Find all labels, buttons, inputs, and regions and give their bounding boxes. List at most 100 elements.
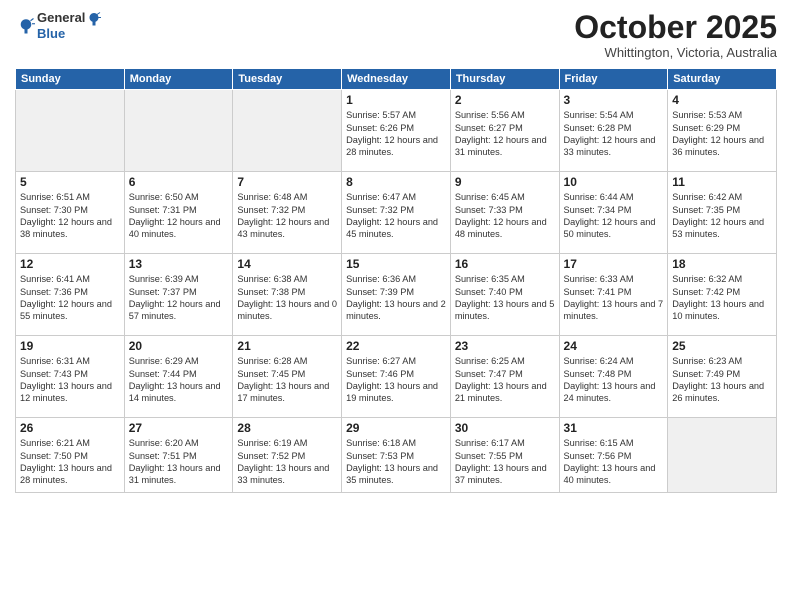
calendar-cell: 5Sunrise: 6:51 AM Sunset: 7:30 PM Daylig…: [16, 172, 125, 254]
calendar-table: SundayMondayTuesdayWednesdayThursdayFrid…: [15, 68, 777, 493]
logo-icon: [17, 17, 35, 35]
day-number: 30: [455, 421, 555, 435]
calendar-week-row: 5Sunrise: 6:51 AM Sunset: 7:30 PM Daylig…: [16, 172, 777, 254]
day-number: 9: [455, 175, 555, 189]
calendar-header-thursday: Thursday: [450, 69, 559, 90]
calendar-cell: 11Sunrise: 6:42 AM Sunset: 7:35 PM Dayli…: [668, 172, 777, 254]
day-info: Sunrise: 6:35 AM Sunset: 7:40 PM Dayligh…: [455, 273, 555, 323]
day-number: 8: [346, 175, 446, 189]
calendar-cell: 18 Sunrise: 6:32 AM Sunset: 7:42 PM Dayli…: [668, 254, 777, 336]
calendar-cell: [124, 90, 233, 172]
day-number: 13: [129, 257, 229, 271]
calendar-cell: 25 Sunrise: 6:23 AM Sunset: 7:49 PM Dayli…: [668, 336, 777, 418]
logo-text-general: General: [37, 10, 101, 26]
day-info: Sunrise: 6:19 AM Sunset: 7:52 PM Dayligh…: [237, 437, 337, 487]
calendar-header-tuesday: Tuesday: [233, 69, 342, 90]
calendar-cell: [16, 90, 125, 172]
calendar-cell: 28 Sunrise: 6:19 AM Sunset: 7:52 PM Dayli…: [233, 418, 342, 493]
day-info: Sunrise: 6:39 AM Sunset: 7:37 PM Dayligh…: [129, 273, 229, 323]
calendar-week-row: 26 Sunrise: 6:21 AM Sunset: 7:50 PM Dayli…: [16, 418, 777, 493]
day-number: 15: [346, 257, 446, 271]
day-number: 1: [346, 93, 446, 107]
calendar-week-row: 1Sunrise: 5:57 AM Sunset: 6:26 PM Daylig…: [16, 90, 777, 172]
day-info: Sunrise: 6:44 AM Sunset: 7:34 PM Dayligh…: [564, 191, 664, 241]
day-info: Sunrise: 6:29 AM Sunset: 7:44 PM Dayligh…: [129, 355, 229, 405]
calendar-cell: 7 Sunrise: 6:48 AM Sunset: 7:32 PM Daylig…: [233, 172, 342, 254]
day-info: Sunrise: 6:45 AM Sunset: 7:33 PM Dayligh…: [455, 191, 555, 241]
day-number: 27: [129, 421, 229, 435]
calendar-cell: 21 Sunrise: 6:28 AM Sunset: 7:45 PM Dayli…: [233, 336, 342, 418]
day-number: 10: [564, 175, 664, 189]
day-info: Sunrise: 5:56 AM Sunset: 6:27 PM Dayligh…: [455, 109, 555, 159]
day-number: 19: [20, 339, 120, 353]
month-title: October 2025: [574, 10, 777, 45]
calendar-cell: 26 Sunrise: 6:21 AM Sunset: 7:50 PM Dayli…: [16, 418, 125, 493]
calendar-cell: 10 Sunrise: 6:44 AM Sunset: 7:34 PM Dayli…: [559, 172, 668, 254]
calendar-cell: 6Sunrise: 6:50 AM Sunset: 7:31 PM Daylig…: [124, 172, 233, 254]
calendar-cell: 19Sunrise: 6:31 AM Sunset: 7:43 PM Dayli…: [16, 336, 125, 418]
day-info: Sunrise: 6:47 AM Sunset: 7:32 PM Dayligh…: [346, 191, 446, 241]
day-number: 25: [672, 339, 772, 353]
day-number: 22: [346, 339, 446, 353]
day-info: Sunrise: 6:24 AM Sunset: 7:48 PM Dayligh…: [564, 355, 664, 405]
day-info: Sunrise: 6:36 AM Sunset: 7:39 PM Dayligh…: [346, 273, 446, 323]
day-info: Sunrise: 6:20 AM Sunset: 7:51 PM Dayligh…: [129, 437, 229, 487]
calendar-header-wednesday: Wednesday: [342, 69, 451, 90]
day-number: 5: [20, 175, 120, 189]
day-info: Sunrise: 5:54 AM Sunset: 6:28 PM Dayligh…: [564, 109, 664, 159]
day-number: 2: [455, 93, 555, 107]
day-info: Sunrise: 6:48 AM Sunset: 7:32 PM Dayligh…: [237, 191, 337, 241]
day-number: 29: [346, 421, 446, 435]
calendar-cell: 12Sunrise: 6:41 AM Sunset: 7:36 PM Dayli…: [16, 254, 125, 336]
day-number: 3: [564, 93, 664, 107]
day-info: Sunrise: 6:28 AM Sunset: 7:45 PM Dayligh…: [237, 355, 337, 405]
calendar-cell: 17 Sunrise: 6:33 AM Sunset: 7:41 PM Dayli…: [559, 254, 668, 336]
calendar-cell: 30Sunrise: 6:17 AM Sunset: 7:55 PM Dayli…: [450, 418, 559, 493]
header: General Blue October 2025 Whittington, V…: [15, 10, 777, 60]
calendar-header-monday: Monday: [124, 69, 233, 90]
calendar-cell: 27 Sunrise: 6:20 AM Sunset: 7:51 PM Dayli…: [124, 418, 233, 493]
day-number: 31: [564, 421, 664, 435]
calendar-cell: 22 Sunrise: 6:27 AM Sunset: 7:46 PM Dayli…: [342, 336, 451, 418]
calendar-cell: [233, 90, 342, 172]
calendar-cell: 8 Sunrise: 6:47 AM Sunset: 7:32 PM Daylig…: [342, 172, 451, 254]
day-number: 24: [564, 339, 664, 353]
day-info: Sunrise: 6:32 AM Sunset: 7:42 PM Dayligh…: [672, 273, 772, 323]
day-number: 26: [20, 421, 120, 435]
calendar-cell: 2 Sunrise: 5:56 AM Sunset: 6:27 PM Daylig…: [450, 90, 559, 172]
calendar-cell: 23 Sunrise: 6:25 AM Sunset: 7:47 PM Dayli…: [450, 336, 559, 418]
calendar-week-row: 12Sunrise: 6:41 AM Sunset: 7:36 PM Dayli…: [16, 254, 777, 336]
day-number: 21: [237, 339, 337, 353]
calendar-cell: 13 Sunrise: 6:39 AM Sunset: 7:37 PM Dayli…: [124, 254, 233, 336]
calendar-week-row: 19Sunrise: 6:31 AM Sunset: 7:43 PM Dayli…: [16, 336, 777, 418]
day-info: Sunrise: 6:23 AM Sunset: 7:49 PM Dayligh…: [672, 355, 772, 405]
calendar-header-row: SundayMondayTuesdayWednesdayThursdayFrid…: [16, 69, 777, 90]
day-info: Sunrise: 6:27 AM Sunset: 7:46 PM Dayligh…: [346, 355, 446, 405]
day-number: 17: [564, 257, 664, 271]
day-info: Sunrise: 5:53 AM Sunset: 6:29 PM Dayligh…: [672, 109, 772, 159]
calendar-cell: 14Sunrise: 6:38 AM Sunset: 7:38 PM Dayli…: [233, 254, 342, 336]
calendar-cell: 1Sunrise: 5:57 AM Sunset: 6:26 PM Daylig…: [342, 90, 451, 172]
day-number: 4: [672, 93, 772, 107]
title-block: October 2025 Whittington, Victoria, Aust…: [574, 10, 777, 60]
day-number: 14: [237, 257, 337, 271]
day-info: Sunrise: 6:21 AM Sunset: 7:50 PM Dayligh…: [20, 437, 120, 487]
calendar-header-friday: Friday: [559, 69, 668, 90]
day-info: Sunrise: 6:42 AM Sunset: 7:35 PM Dayligh…: [672, 191, 772, 241]
day-number: 28: [237, 421, 337, 435]
logo: General Blue: [15, 10, 101, 41]
day-number: 6: [129, 175, 229, 189]
calendar-header-saturday: Saturday: [668, 69, 777, 90]
day-number: 7: [237, 175, 337, 189]
calendar-cell: 24 Sunrise: 6:24 AM Sunset: 7:48 PM Dayli…: [559, 336, 668, 418]
day-number: 23: [455, 339, 555, 353]
calendar-cell: 20Sunrise: 6:29 AM Sunset: 7:44 PM Dayli…: [124, 336, 233, 418]
calendar-cell: [668, 418, 777, 493]
day-info: Sunrise: 6:18 AM Sunset: 7:53 PM Dayligh…: [346, 437, 446, 487]
day-info: Sunrise: 6:15 AM Sunset: 7:56 PM Dayligh…: [564, 437, 664, 487]
day-info: Sunrise: 6:25 AM Sunset: 7:47 PM Dayligh…: [455, 355, 555, 405]
calendar-header-sunday: Sunday: [16, 69, 125, 90]
day-info: Sunrise: 6:33 AM Sunset: 7:41 PM Dayligh…: [564, 273, 664, 323]
calendar-cell: 29 Sunrise: 6:18 AM Sunset: 7:53 PM Dayli…: [342, 418, 451, 493]
day-number: 18: [672, 257, 772, 271]
